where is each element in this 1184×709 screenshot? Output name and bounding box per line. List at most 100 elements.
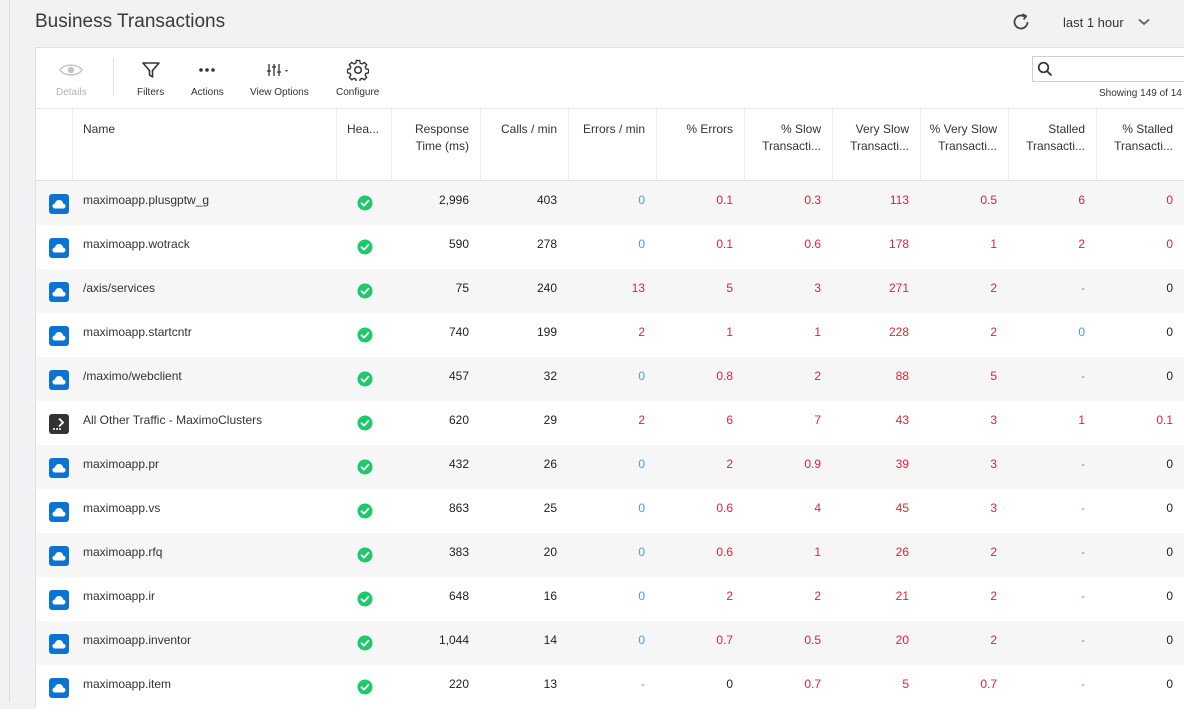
cell-pct-slow: 2	[814, 589, 821, 603]
transaction-name[interactable]: maximoapp.pr	[83, 456, 159, 472]
table-row[interactable]: maximoapp.vs 863 25 0 0.6 4 45 3 - 0	[36, 489, 1184, 533]
cell-calls-per-min: 25	[543, 501, 557, 515]
cell-calls-per-min: 26	[543, 457, 557, 471]
column-header-pct-slow[interactable]: % Slow Transacti...	[744, 109, 832, 181]
cell-pct-slow: 1	[814, 325, 821, 339]
transaction-name[interactable]: All Other Traffic - MaximoClusters	[83, 412, 262, 428]
cell-calls-per-min: 32	[543, 369, 557, 383]
cell-stalled: 1	[1078, 413, 1085, 427]
toolbar-divider	[113, 58, 114, 96]
cell-stalled: -	[1081, 369, 1085, 383]
cell-response-time: 457	[448, 369, 469, 383]
cell-calls-per-min: 199	[536, 325, 557, 339]
transaction-name[interactable]: maximoapp.vs	[83, 500, 160, 516]
cell-pct-very-slow: 3	[990, 413, 997, 427]
refresh-button[interactable]	[1008, 10, 1034, 34]
table-row[interactable]: /axis/services 75 240 13 5 3 271 2 - 0	[36, 269, 1184, 313]
column-header-stalled[interactable]: Stalled Transacti...	[1008, 109, 1096, 181]
cell-pct-very-slow: 0.5	[980, 193, 997, 207]
search-input[interactable]	[1059, 58, 1184, 80]
cell-pct-very-slow: 5	[990, 369, 997, 383]
transaction-name[interactable]: /axis/services	[83, 280, 155, 296]
transaction-name[interactable]: maximoapp.ir	[83, 588, 155, 604]
cloud-icon	[49, 590, 69, 610]
cell-very-slow: 20	[895, 633, 909, 647]
cell-stalled: -	[1081, 281, 1085, 295]
table-row[interactable]: /maximo/webclient 457 32 0 0.8 2 88 5 - 0	[36, 357, 1184, 401]
column-header-pct-very-slow[interactable]: % Very Slow Transacti...	[920, 109, 1008, 181]
table-row[interactable]: maximoapp.pr 432 26 0 2 0.9 39 3 - 0	[36, 445, 1184, 489]
gear-icon	[346, 59, 369, 81]
column-header-errors-per-min[interactable]: Errors / min	[568, 109, 656, 181]
table-row[interactable]: maximoapp.ir 648 16 0 2 2 21 2 - 0	[36, 577, 1184, 621]
configure-button[interactable]: Configure	[336, 58, 379, 98]
transaction-name[interactable]: /maximo/webclient	[83, 368, 182, 384]
cell-pct-stalled: 0	[1166, 589, 1173, 603]
cell-errors-per-min: 0	[638, 237, 645, 251]
cell-pct-stalled: 0	[1166, 677, 1173, 691]
cell-calls-per-min: 20	[543, 545, 557, 559]
cell-pct-stalled: 0.1	[1156, 413, 1173, 427]
table-row[interactable]: maximoapp.wotrack 590 278 0 0.1 0.6 178 1 2 0	[36, 225, 1184, 269]
table-row[interactable]: maximoapp.rfq 383 20 0 0.6 1 26 2 - 0	[36, 533, 1184, 577]
table-row[interactable]: All Other Traffic - MaximoClusters 620 29 2…	[36, 401, 1184, 445]
cell-response-time: 590	[448, 237, 469, 251]
transaction-name[interactable]: maximoapp.inventor	[83, 632, 191, 648]
cell-pct-very-slow: 2	[990, 633, 997, 647]
transaction-name[interactable]: maximoapp.item	[83, 676, 171, 692]
cloud-icon	[49, 502, 69, 522]
cell-pct-slow: 0.9	[804, 457, 821, 471]
column-header-calls-per-min[interactable]: Calls / min	[480, 109, 568, 181]
cell-response-time: 620	[448, 413, 469, 427]
view-options-button[interactable]: View Options	[250, 58, 309, 98]
actions-button[interactable]: Actions	[191, 58, 224, 98]
filters-label: Filters	[137, 87, 165, 98]
time-range-selector[interactable]: last 1 hour	[1063, 13, 1150, 31]
cell-pct-very-slow: 2	[990, 545, 997, 559]
column-header-response-time[interactable]: Response Time (ms)	[391, 109, 480, 181]
cell-pct-errors: 2	[726, 589, 733, 603]
search-box[interactable]	[1032, 56, 1184, 82]
cell-very-slow: 43	[895, 413, 909, 427]
table-header: Name Hea... Response Time (ms) Calls / m…	[36, 108, 1184, 181]
cell-pct-stalled: 0	[1166, 457, 1173, 471]
column-header-pct-errors[interactable]: % Errors	[656, 109, 744, 181]
cell-calls-per-min: 278	[536, 237, 557, 251]
table-row[interactable]: maximoapp.item 220 13 - 0 0.7 5 0.7 - 0	[36, 665, 1184, 709]
details-button[interactable]: Details	[56, 58, 87, 98]
cell-very-slow: 5	[902, 677, 909, 691]
cell-very-slow: 228	[888, 325, 909, 339]
transaction-name[interactable]: maximoapp.plusgptw_g	[83, 192, 209, 208]
table-row[interactable]: maximoapp.startcntr 740 199 2 1 1 228 2 0 0	[36, 313, 1184, 357]
cell-stalled: -	[1081, 457, 1085, 471]
filters-button[interactable]: Filters	[137, 58, 164, 98]
cell-response-time: 432	[448, 457, 469, 471]
cell-pct-stalled: 0	[1166, 501, 1173, 515]
table-row[interactable]: maximoapp.plusgptw_g 2,996 403 0 0.1 0.3 113 0.…	[36, 181, 1184, 225]
column-header-name[interactable]: Name	[72, 109, 336, 181]
column-header-health[interactable]: Hea...	[336, 109, 391, 181]
cell-pct-slow: 0.6	[804, 237, 821, 251]
cell-pct-very-slow: 1	[990, 237, 997, 251]
column-header-very-slow[interactable]: Very Slow Transacti...	[832, 109, 920, 181]
cell-response-time: 1,044	[438, 633, 469, 647]
cell-pct-errors: 0	[726, 677, 733, 691]
search-icon	[1037, 61, 1053, 77]
cell-errors-per-min: 0	[638, 457, 645, 471]
transaction-name[interactable]: maximoapp.startcntr	[83, 324, 192, 340]
cell-response-time: 863	[448, 501, 469, 515]
cloud-icon	[49, 678, 69, 698]
cell-stalled: 2	[1078, 237, 1085, 251]
cell-pct-stalled: 0	[1166, 633, 1173, 647]
column-header-type	[36, 109, 72, 181]
cell-calls-per-min: 403	[536, 193, 557, 207]
details-label: Details	[56, 87, 87, 98]
column-header-pct-stalled[interactable]: % Stalled Transacti...	[1096, 109, 1184, 181]
table-row[interactable]: maximoapp.inventor 1,044 14 0 0.7 0.5 20 2 - 0	[36, 621, 1184, 665]
cell-very-slow: 26	[895, 545, 909, 559]
transaction-name[interactable]: maximoapp.wotrack	[83, 236, 190, 252]
cell-very-slow: 178	[888, 237, 909, 251]
cell-very-slow: 21	[895, 589, 909, 603]
cell-errors-per-min: 0	[638, 501, 645, 515]
transaction-name[interactable]: maximoapp.rfq	[83, 544, 162, 560]
